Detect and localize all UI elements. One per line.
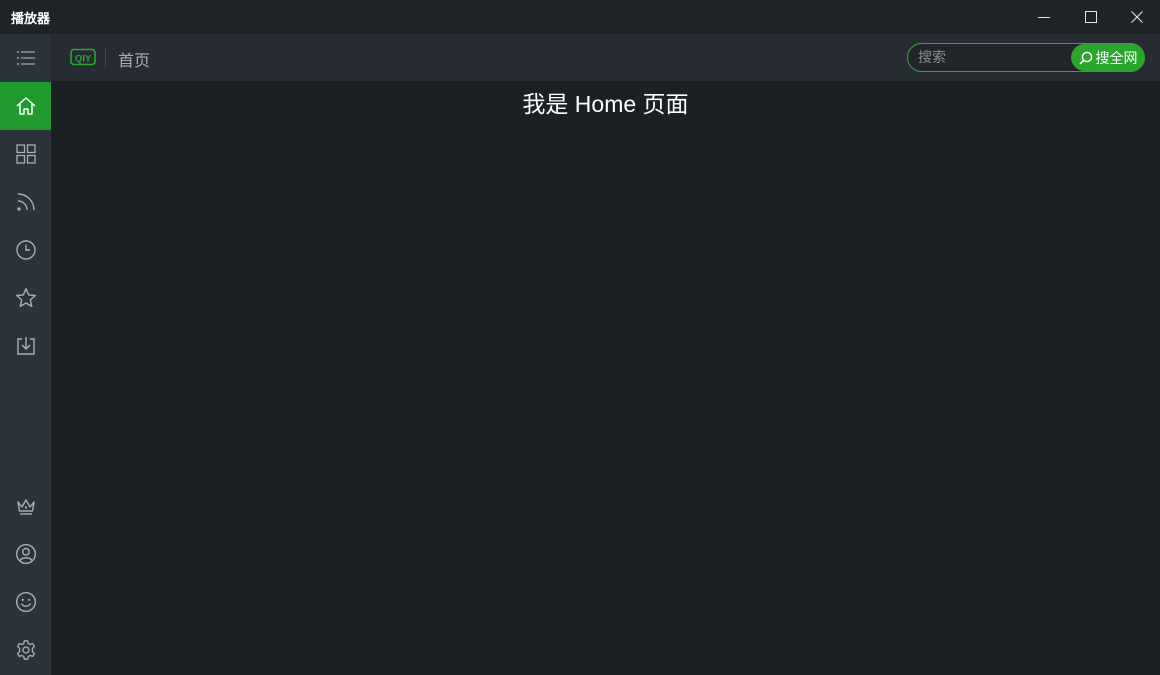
sidebar-item-home[interactable] <box>0 82 51 130</box>
top-bar: QIY 首页 搜全网 <box>51 34 1160 81</box>
sidebar-item-categories[interactable] <box>0 130 51 178</box>
rss-icon <box>16 193 35 211</box>
maximize-icon <box>1085 11 1097 23</box>
svg-text:QIY: QIY <box>75 53 92 64</box>
sidebar <box>0 34 51 675</box>
list-menu-icon <box>16 51 35 65</box>
search-icon <box>1078 51 1092 65</box>
search-bar: 搜全网 <box>907 43 1145 72</box>
clock-icon <box>15 240 36 260</box>
close-button[interactable] <box>1114 0 1160 34</box>
search-input[interactable] <box>918 48 1068 68</box>
sidebar-item-account[interactable] <box>0 530 51 578</box>
page-heading: 我是 Home 页面 <box>522 91 689 117</box>
grid-icon <box>15 144 36 164</box>
sidebar-item-vip[interactable] <box>0 482 51 530</box>
crown-icon <box>16 499 35 515</box>
download-icon <box>16 337 35 355</box>
iqiyi-logo-icon: QIY <box>70 48 96 66</box>
minimize-button[interactable] <box>1021 0 1067 34</box>
main-content: 我是 Home 页面 <box>51 81 1160 675</box>
sidebar-item-subscriptions[interactable] <box>0 178 51 226</box>
smile-icon <box>15 591 36 613</box>
sidebar-item-favorites[interactable] <box>0 274 51 322</box>
minimize-icon <box>1038 17 1050 18</box>
close-icon <box>1131 11 1143 23</box>
breadcrumb: 首页 <box>118 51 151 70</box>
sidebar-item-history[interactable] <box>0 226 51 274</box>
search-all-button-label: 搜全网 <box>1095 50 1138 67</box>
star-icon <box>15 288 36 308</box>
title-bar: 播放器 <box>0 0 1160 34</box>
sidebar-menu-button[interactable] <box>0 34 51 82</box>
logo-divider <box>105 47 106 68</box>
sidebar-item-settings[interactable] <box>0 626 51 674</box>
sidebar-item-feedback[interactable] <box>0 578 51 626</box>
gear-icon <box>16 640 35 660</box>
sidebar-item-downloads[interactable] <box>0 322 51 370</box>
window-title: 播放器 <box>11 12 51 27</box>
home-icon <box>16 97 35 115</box>
maximize-button[interactable] <box>1068 0 1114 34</box>
search-all-button[interactable]: 搜全网 <box>1071 44 1145 71</box>
user-icon <box>15 543 36 565</box>
